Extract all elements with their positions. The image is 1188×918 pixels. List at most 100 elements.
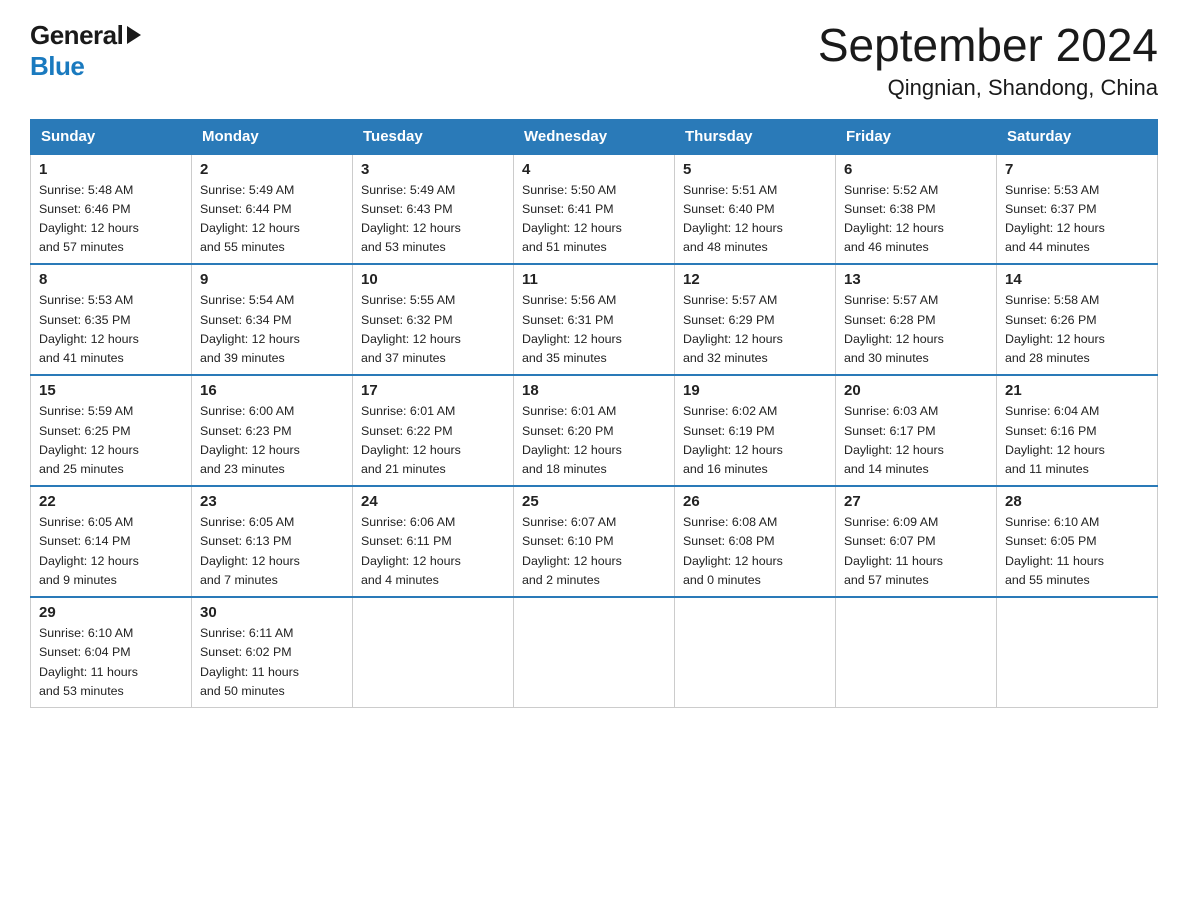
day-info: Sunrise: 6:01 AM Sunset: 6:20 PM Dayligh… [522, 402, 666, 479]
day-number: 2 [200, 161, 344, 178]
calendar-week-row: 29 Sunrise: 6:10 AM Sunset: 6:04 PM Dayl… [31, 597, 1158, 707]
day-number: 22 [39, 493, 183, 510]
col-friday: Friday [836, 119, 997, 154]
location-subtitle: Qingnian, Shandong, China [818, 75, 1158, 101]
day-info: Sunrise: 5:55 AM Sunset: 6:32 PM Dayligh… [361, 291, 505, 368]
calendar-day-cell [836, 597, 997, 707]
day-info: Sunrise: 6:10 AM Sunset: 6:05 PM Dayligh… [1005, 513, 1149, 590]
logo: General Blue [30, 20, 141, 82]
day-info: Sunrise: 5:59 AM Sunset: 6:25 PM Dayligh… [39, 402, 183, 479]
calendar-day-cell: 9 Sunrise: 5:54 AM Sunset: 6:34 PM Dayli… [192, 264, 353, 375]
day-info: Sunrise: 5:50 AM Sunset: 6:41 PM Dayligh… [522, 181, 666, 258]
calendar-day-cell: 23 Sunrise: 6:05 AM Sunset: 6:13 PM Dayl… [192, 486, 353, 597]
calendar-week-row: 8 Sunrise: 5:53 AM Sunset: 6:35 PM Dayli… [31, 264, 1158, 375]
day-number: 6 [844, 161, 988, 178]
day-number: 13 [844, 271, 988, 288]
day-number: 3 [361, 161, 505, 178]
day-info: Sunrise: 5:53 AM Sunset: 6:35 PM Dayligh… [39, 291, 183, 368]
calendar-day-cell: 12 Sunrise: 5:57 AM Sunset: 6:29 PM Dayl… [675, 264, 836, 375]
col-thursday: Thursday [675, 119, 836, 154]
day-info: Sunrise: 5:49 AM Sunset: 6:44 PM Dayligh… [200, 181, 344, 258]
day-number: 17 [361, 382, 505, 399]
day-info: Sunrise: 6:07 AM Sunset: 6:10 PM Dayligh… [522, 513, 666, 590]
day-info: Sunrise: 5:56 AM Sunset: 6:31 PM Dayligh… [522, 291, 666, 368]
logo-general-text: General [30, 20, 123, 51]
calendar-day-cell: 1 Sunrise: 5:48 AM Sunset: 6:46 PM Dayli… [31, 154, 192, 265]
day-info: Sunrise: 6:01 AM Sunset: 6:22 PM Dayligh… [361, 402, 505, 479]
title-block: September 2024 Qingnian, Shandong, China [818, 20, 1158, 101]
day-info: Sunrise: 5:58 AM Sunset: 6:26 PM Dayligh… [1005, 291, 1149, 368]
day-info: Sunrise: 6:09 AM Sunset: 6:07 PM Dayligh… [844, 513, 988, 590]
day-number: 27 [844, 493, 988, 510]
day-number: 15 [39, 382, 183, 399]
day-info: Sunrise: 6:08 AM Sunset: 6:08 PM Dayligh… [683, 513, 827, 590]
calendar-day-cell: 8 Sunrise: 5:53 AM Sunset: 6:35 PM Dayli… [31, 264, 192, 375]
day-number: 24 [361, 493, 505, 510]
calendar-day-cell: 18 Sunrise: 6:01 AM Sunset: 6:20 PM Dayl… [514, 375, 675, 486]
day-number: 7 [1005, 161, 1149, 178]
day-info: Sunrise: 5:48 AM Sunset: 6:46 PM Dayligh… [39, 181, 183, 258]
day-number: 21 [1005, 382, 1149, 399]
day-number: 16 [200, 382, 344, 399]
calendar-week-row: 1 Sunrise: 5:48 AM Sunset: 6:46 PM Dayli… [31, 154, 1158, 265]
day-number: 10 [361, 271, 505, 288]
calendar-day-cell: 21 Sunrise: 6:04 AM Sunset: 6:16 PM Dayl… [997, 375, 1158, 486]
day-info: Sunrise: 5:54 AM Sunset: 6:34 PM Dayligh… [200, 291, 344, 368]
day-number: 14 [1005, 271, 1149, 288]
calendar-day-cell: 16 Sunrise: 6:00 AM Sunset: 6:23 PM Dayl… [192, 375, 353, 486]
day-number: 9 [200, 271, 344, 288]
day-info: Sunrise: 6:03 AM Sunset: 6:17 PM Dayligh… [844, 402, 988, 479]
calendar-day-cell [997, 597, 1158, 707]
day-number: 29 [39, 604, 183, 621]
day-info: Sunrise: 6:05 AM Sunset: 6:14 PM Dayligh… [39, 513, 183, 590]
calendar-day-cell: 14 Sunrise: 5:58 AM Sunset: 6:26 PM Dayl… [997, 264, 1158, 375]
calendar-day-cell: 25 Sunrise: 6:07 AM Sunset: 6:10 PM Dayl… [514, 486, 675, 597]
calendar-day-cell: 28 Sunrise: 6:10 AM Sunset: 6:05 PM Dayl… [997, 486, 1158, 597]
col-tuesday: Tuesday [353, 119, 514, 154]
day-number: 1 [39, 161, 183, 178]
day-number: 4 [522, 161, 666, 178]
page-header: General Blue September 2024 Qingnian, Sh… [30, 20, 1158, 101]
day-info: Sunrise: 6:04 AM Sunset: 6:16 PM Dayligh… [1005, 402, 1149, 479]
calendar-header-row: Sunday Monday Tuesday Wednesday Thursday… [31, 119, 1158, 154]
calendar-day-cell: 29 Sunrise: 6:10 AM Sunset: 6:04 PM Dayl… [31, 597, 192, 707]
day-number: 26 [683, 493, 827, 510]
day-info: Sunrise: 6:02 AM Sunset: 6:19 PM Dayligh… [683, 402, 827, 479]
calendar-day-cell [514, 597, 675, 707]
calendar-day-cell: 3 Sunrise: 5:49 AM Sunset: 6:43 PM Dayli… [353, 154, 514, 265]
col-sunday: Sunday [31, 119, 192, 154]
calendar-day-cell: 13 Sunrise: 5:57 AM Sunset: 6:28 PM Dayl… [836, 264, 997, 375]
day-info: Sunrise: 5:52 AM Sunset: 6:38 PM Dayligh… [844, 181, 988, 258]
day-number: 18 [522, 382, 666, 399]
calendar-day-cell: 22 Sunrise: 6:05 AM Sunset: 6:14 PM Dayl… [31, 486, 192, 597]
col-monday: Monday [192, 119, 353, 154]
day-info: Sunrise: 6:05 AM Sunset: 6:13 PM Dayligh… [200, 513, 344, 590]
col-saturday: Saturday [997, 119, 1158, 154]
calendar-day-cell: 5 Sunrise: 5:51 AM Sunset: 6:40 PM Dayli… [675, 154, 836, 265]
day-info: Sunrise: 6:11 AM Sunset: 6:02 PM Dayligh… [200, 624, 344, 701]
day-number: 28 [1005, 493, 1149, 510]
col-wednesday: Wednesday [514, 119, 675, 154]
calendar-day-cell: 27 Sunrise: 6:09 AM Sunset: 6:07 PM Dayl… [836, 486, 997, 597]
calendar-day-cell: 4 Sunrise: 5:50 AM Sunset: 6:41 PM Dayli… [514, 154, 675, 265]
day-info: Sunrise: 5:53 AM Sunset: 6:37 PM Dayligh… [1005, 181, 1149, 258]
day-number: 8 [39, 271, 183, 288]
day-info: Sunrise: 5:57 AM Sunset: 6:29 PM Dayligh… [683, 291, 827, 368]
calendar-day-cell: 6 Sunrise: 5:52 AM Sunset: 6:38 PM Dayli… [836, 154, 997, 265]
calendar-week-row: 22 Sunrise: 6:05 AM Sunset: 6:14 PM Dayl… [31, 486, 1158, 597]
day-number: 23 [200, 493, 344, 510]
calendar-day-cell: 17 Sunrise: 6:01 AM Sunset: 6:22 PM Dayl… [353, 375, 514, 486]
day-info: Sunrise: 6:06 AM Sunset: 6:11 PM Dayligh… [361, 513, 505, 590]
calendar-day-cell: 24 Sunrise: 6:06 AM Sunset: 6:11 PM Dayl… [353, 486, 514, 597]
day-info: Sunrise: 5:57 AM Sunset: 6:28 PM Dayligh… [844, 291, 988, 368]
day-number: 11 [522, 271, 666, 288]
day-info: Sunrise: 5:49 AM Sunset: 6:43 PM Dayligh… [361, 181, 505, 258]
day-number: 5 [683, 161, 827, 178]
calendar-day-cell: 20 Sunrise: 6:03 AM Sunset: 6:17 PM Dayl… [836, 375, 997, 486]
day-number: 19 [683, 382, 827, 399]
calendar-day-cell: 15 Sunrise: 5:59 AM Sunset: 6:25 PM Dayl… [31, 375, 192, 486]
calendar-day-cell: 10 Sunrise: 5:55 AM Sunset: 6:32 PM Dayl… [353, 264, 514, 375]
day-number: 30 [200, 604, 344, 621]
calendar-day-cell: 11 Sunrise: 5:56 AM Sunset: 6:31 PM Dayl… [514, 264, 675, 375]
day-info: Sunrise: 6:00 AM Sunset: 6:23 PM Dayligh… [200, 402, 344, 479]
